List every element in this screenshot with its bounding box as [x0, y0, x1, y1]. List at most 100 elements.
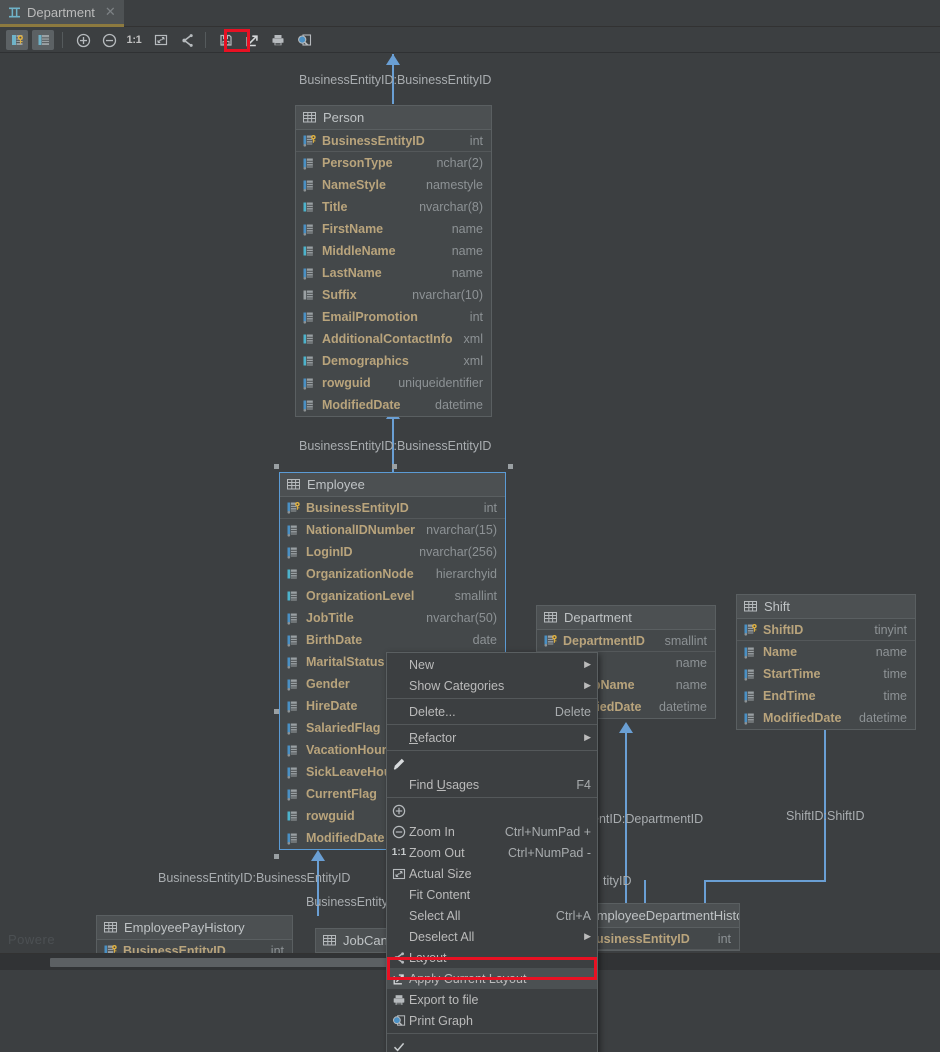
export-to-file-button[interactable] [240, 30, 262, 50]
menu-item-select-all[interactable]: Fit Content [387, 884, 597, 905]
table-row[interactable]: JobTitle nvarchar(50) [280, 607, 505, 629]
table-row[interactable]: Demographics xml [296, 350, 491, 372]
menu-item-label: Delete... [407, 705, 456, 719]
column-name: BusinessEntityID [322, 134, 425, 148]
menu-item-jump-to-source[interactable] [387, 753, 597, 774]
column-nullable-icon [287, 766, 300, 779]
column-type: xml [464, 354, 483, 368]
column-name: Suffix [322, 288, 357, 302]
fit-content-button[interactable] [149, 30, 171, 50]
resize-handle[interactable] [274, 854, 279, 859]
table-row[interactable]: ModifiedDate datetime [737, 707, 915, 729]
table-row[interactable]: OrganizationLevel smallint [280, 585, 505, 607]
column-nullable-icon [303, 377, 316, 390]
zoom-in-button[interactable] [71, 30, 93, 50]
save-button[interactable] [214, 30, 236, 50]
table-row[interactable]: FirstName name [296, 218, 491, 240]
column-type: nvarchar(15) [426, 523, 497, 537]
table-row[interactable]: PersonType nchar(2) [296, 152, 491, 174]
table-icon [303, 111, 316, 124]
table-row[interactable]: EndTime time [737, 685, 915, 707]
menu-item-show-edge-labels[interactable] [387, 1036, 597, 1052]
column-type: uniqueidentifier [398, 376, 483, 390]
column-name: VacationHours [306, 743, 394, 757]
column-nullable-icon [744, 690, 757, 703]
actual-size-button[interactable]: 1:1 [123, 30, 145, 50]
zoom-out-icon [391, 825, 407, 839]
check-icon [391, 1040, 407, 1052]
menu-item-deselect-all[interactable]: Select All Ctrl+A [387, 905, 597, 926]
menu-item-label: Print Graph [407, 1014, 473, 1028]
table-row[interactable]: NationalIDNumber nvarchar(15) [280, 519, 505, 541]
apply-layout-button[interactable] [175, 30, 197, 50]
column-name: OrganizationLevel [306, 589, 414, 603]
menu-item-label: Fit Content [407, 888, 470, 902]
menu-item-delete[interactable]: Delete... Delete [387, 701, 597, 722]
table-node-person[interactable]: Person B [295, 105, 492, 417]
resize-handle[interactable] [392, 464, 397, 469]
table-row[interactable]: LastName name [296, 262, 491, 284]
table-row[interactable]: BusinessEntityID int [296, 130, 491, 152]
toolbar-separator [62, 32, 63, 48]
menu-item-fit-content[interactable]: Actual Size [387, 863, 597, 884]
menu-item-print-graph[interactable]: Export to file [387, 989, 597, 1010]
menu-item-find-usages[interactable]: Find Usages F4 [387, 774, 597, 795]
table-node-shift[interactable]: Shift Sh [736, 594, 916, 730]
resize-handle[interactable] [274, 464, 279, 469]
table-row[interactable]: StartTime time [737, 663, 915, 685]
chevron-right-icon: ▶ [584, 732, 591, 743]
menu-item-refactor[interactable]: Refactor ▶ [387, 727, 597, 748]
column-type: nvarchar(10) [412, 288, 483, 302]
table-row[interactable]: rowguid uniqueidentifier [296, 372, 491, 394]
table-row[interactable]: OrganizationNode hierarchyid [280, 563, 505, 585]
edge-label: tityID [603, 874, 631, 888]
table-row[interactable]: ModifiedDate datetime [296, 394, 491, 416]
menu-item-zoom-in[interactable] [387, 800, 597, 821]
table-row[interactable]: Title nvarchar(8) [296, 196, 491, 218]
show-keys-toggle[interactable] [6, 30, 28, 50]
table-row[interactable]: ShiftID tinyint [737, 619, 915, 641]
show-columns-toggle[interactable] [32, 30, 54, 50]
menu-separator [387, 797, 597, 798]
column-nullable-icon [287, 788, 300, 801]
column-type: int [470, 310, 483, 324]
zoom-in-icon [76, 33, 89, 46]
table-row[interactable]: AdditionalContactInfo xml [296, 328, 491, 350]
column-icon [287, 810, 300, 823]
edge-line [824, 722, 826, 882]
tab-department[interactable]: Department ✕ [0, 0, 124, 27]
table-row[interactable]: NameStyle namestyle [296, 174, 491, 196]
menu-item-zoom-out[interactable]: Zoom In Ctrl+NumPad + [387, 821, 597, 842]
column-type: datetime [435, 398, 483, 412]
table-row[interactable]: BirthDate date [280, 629, 505, 651]
save-icon [219, 33, 232, 46]
context-menu[interactable]: New ▶ Show Categories ▶ Delete... Delete… [386, 652, 598, 1052]
menu-item-layout[interactable]: Deselect All ▶ [387, 926, 597, 947]
table-row[interactable]: EmailPromotion int [296, 306, 491, 328]
close-icon[interactable]: ✕ [105, 4, 116, 20]
column-type: datetime [859, 711, 907, 725]
table-row[interactable]: BusinessEntityID int [280, 497, 505, 519]
resize-handle[interactable] [508, 464, 513, 469]
column-type: name [452, 266, 483, 280]
print-graph-button[interactable] [266, 30, 288, 50]
menu-item-export-to-file[interactable]: Apply Current Layout [387, 968, 597, 989]
menu-item-print-preview[interactable]: Print Graph [387, 1010, 597, 1031]
table-row[interactable]: Suffix nvarchar(10) [296, 284, 491, 306]
menu-item-apply-current-layout[interactable]: Layout [387, 947, 597, 968]
menu-item-new[interactable]: New ▶ [387, 654, 597, 675]
print-preview-button[interactable] [292, 30, 314, 50]
table-row[interactable]: Name name [737, 641, 915, 663]
menu-item-actual-size[interactable]: 1:1 Zoom Out Ctrl+NumPad - [387, 842, 597, 863]
edge-label: entID:DepartmentID [592, 812, 703, 826]
one-to-one-icon: 1:1 [127, 34, 142, 46]
edge-label: ShiftID:ShiftID [786, 809, 865, 823]
menu-item-show-categories[interactable]: Show Categories ▶ [387, 675, 597, 696]
column-nullable-icon [287, 524, 300, 537]
table-row[interactable]: DepartmentID smallint [537, 630, 715, 652]
menu-separator [387, 1033, 597, 1034]
watermark-label: Powere [8, 932, 55, 947]
zoom-out-button[interactable] [97, 30, 119, 50]
table-row[interactable]: LoginID nvarchar(256) [280, 541, 505, 563]
table-row[interactable]: MiddleName name [296, 240, 491, 262]
